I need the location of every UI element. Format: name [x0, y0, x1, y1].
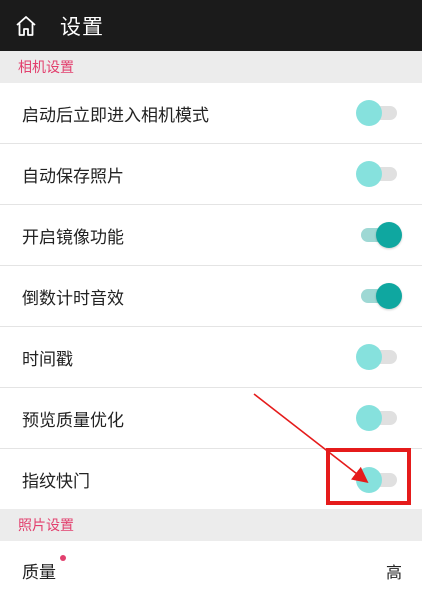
- annotation-arrow: [253, 393, 369, 483]
